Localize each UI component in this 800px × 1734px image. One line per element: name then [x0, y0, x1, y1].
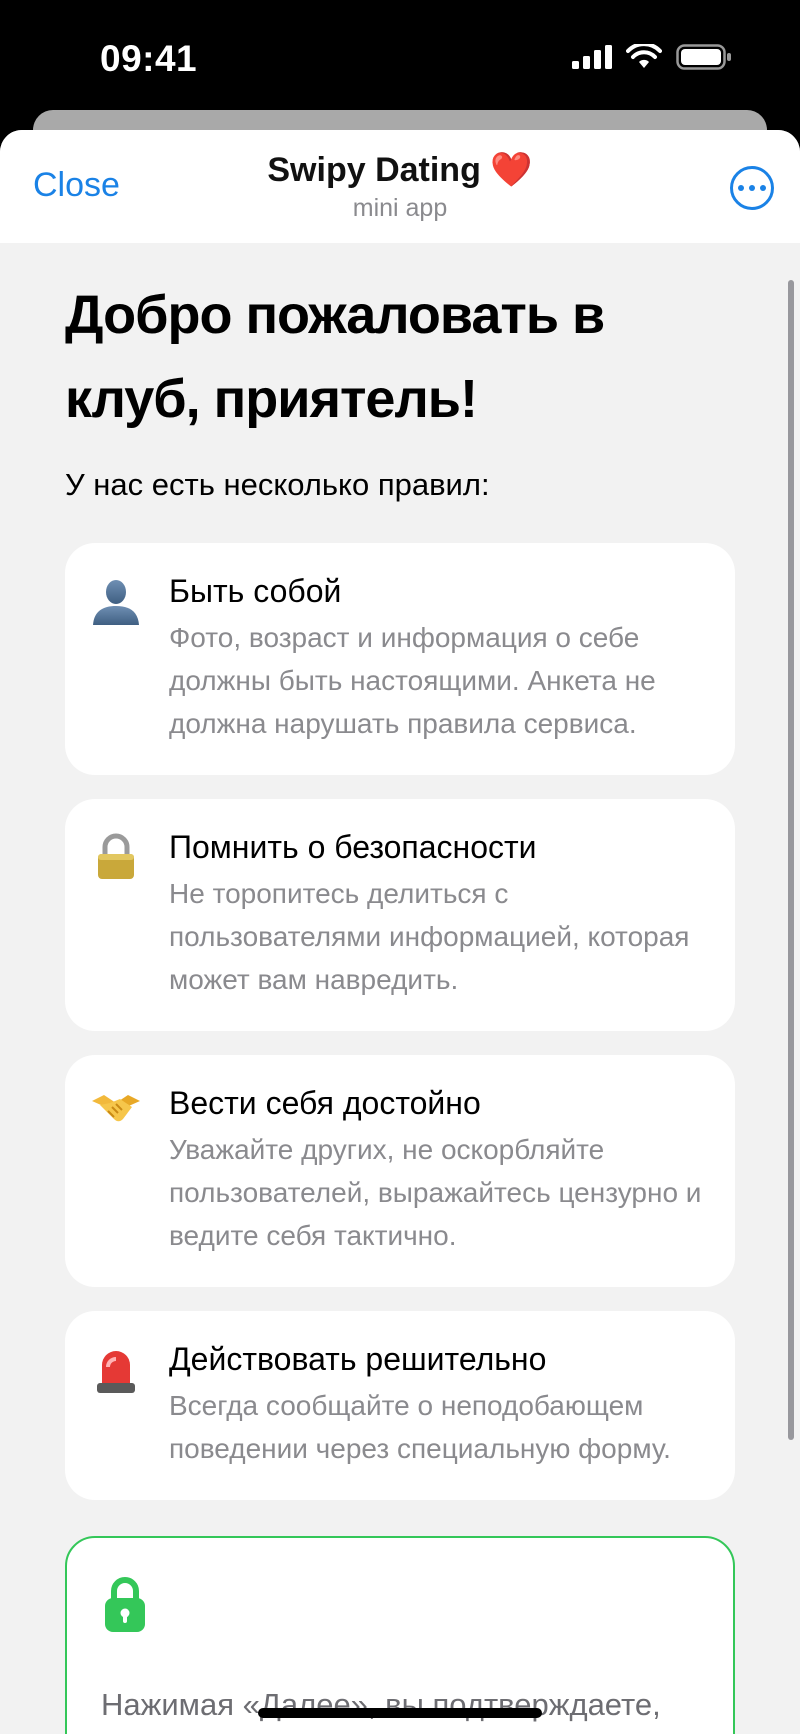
rule-title: Помнить о безопасности [169, 829, 537, 865]
battery-icon [676, 44, 731, 70]
status-icons [572, 44, 732, 70]
app-title: Swipy Dating ❤️ [267, 151, 533, 189]
more-options-button[interactable] [730, 166, 774, 210]
rule-description: Не торопитесь делиться с пользователями … [169, 878, 690, 995]
person-silhouette-icon [87, 573, 145, 745]
age-consent-card: Нажимая «Далее», вы подтверждаете, что в… [65, 1536, 735, 1734]
app-subtitle: mini app [352, 194, 448, 222]
siren-icon [87, 1341, 145, 1470]
cellular-signal-icon [572, 45, 612, 69]
rule-card-safety: Помнить о безопасности Не торопитесь дел… [65, 799, 735, 1031]
mini-app-sheet: Close Swipy Dating ❤️ mini app Добро пож… [0, 130, 800, 1734]
content: Добро пожаловать в клуб, приятель! У нас… [0, 273, 800, 1734]
status-bar: 09:41 [0, 0, 800, 112]
scrollbar[interactable] [788, 280, 794, 1440]
page-title: Добро пожаловать в клуб, приятель! [65, 285, 605, 429]
rule-description: Всегда сообщайте о неподобающем поведени… [169, 1390, 671, 1464]
rules-intro: У нас есть несколько правил: [65, 467, 490, 502]
handshake-icon [87, 1085, 145, 1257]
rule-card-be-yourself: Быть собой Фото, возраст и информация о … [65, 543, 735, 775]
home-indicator[interactable] [258, 1708, 542, 1718]
status-time: 09:41 [100, 38, 198, 79]
rule-title: Действовать решительно [169, 1341, 547, 1377]
padlock-icon [87, 829, 145, 1001]
rules-list: Быть собой Фото, возраст и информация о … [65, 543, 735, 1500]
green-lock-icon [105, 1577, 145, 1632]
rule-description: Фото, возраст и информация о себе должны… [169, 622, 656, 739]
ellipsis-icon [738, 185, 744, 191]
wifi-icon [626, 44, 662, 68]
rule-card-behave: Вести себя достойно Уважайте других, не … [65, 1055, 735, 1287]
rule-title: Вести себя достойно [169, 1085, 481, 1121]
rule-card-act-decisively: Действовать решительно Всегда сообщайте … [65, 1311, 735, 1500]
nav-bar: Close Swipy Dating ❤️ mini app [0, 130, 800, 243]
nav-title-group: Swipy Dating ❤️ mini app [0, 150, 800, 223]
rule-title: Быть собой [169, 573, 342, 609]
rule-description: Уважайте других, не оскорбляйте пользова… [169, 1134, 702, 1251]
